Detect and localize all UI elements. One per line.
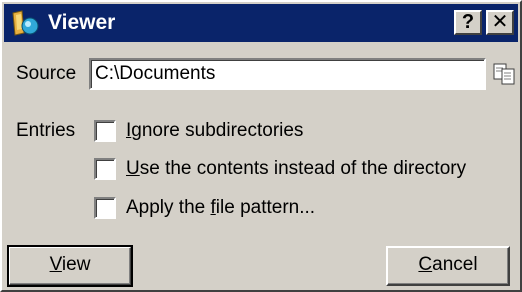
ignore-subdirectories-checkbox[interactable] — [94, 120, 116, 142]
cancel-accelerator: C — [418, 254, 433, 275]
view-label: iew — [61, 254, 91, 275]
view-button[interactable]: View — [7, 245, 133, 287]
viewer-dialog: Viewer ? ✕ Source C:\Documents Entries I… — [0, 0, 522, 292]
use-contents-checkbox[interactable] — [94, 158, 116, 180]
use-contents-label[interactable]: Use the contents instead of the director… — [126, 158, 466, 180]
viewer-app-icon — [10, 9, 40, 37]
cancel-label: ancel — [432, 254, 478, 275]
apply-file-pattern-label[interactable]: Apply the file pattern... — [126, 197, 315, 219]
window-title: Viewer — [48, 11, 116, 34]
source-label: Source — [16, 63, 77, 84]
help-button[interactable]: ? — [454, 10, 482, 35]
close-button[interactable]: ✕ — [486, 10, 514, 35]
apply-file-pattern-text: ile pattern... — [215, 197, 316, 218]
entries-label: Entries — [16, 120, 76, 141]
title-bar[interactable]: Viewer ? ✕ — [4, 4, 518, 42]
source-input[interactable]: C:\Documents — [89, 58, 486, 90]
view-accelerator: V — [49, 254, 62, 275]
copy-pages-icon[interactable] — [492, 62, 518, 86]
use-contents-accelerator: U — [126, 158, 140, 179]
ignore-subdirectories-label[interactable]: Ignore subdirectories — [126, 120, 303, 142]
apply-file-pattern-checkbox[interactable] — [94, 197, 116, 219]
use-contents-text: se the contents instead of the directory — [139, 158, 467, 179]
close-icon: ✕ — [491, 11, 509, 33]
apply-file-pattern-prefix: Apply the — [126, 197, 211, 218]
ignore-subdirectories-text: gnore subdirectories — [131, 120, 304, 141]
cancel-button[interactable]: Cancel — [386, 246, 510, 286]
